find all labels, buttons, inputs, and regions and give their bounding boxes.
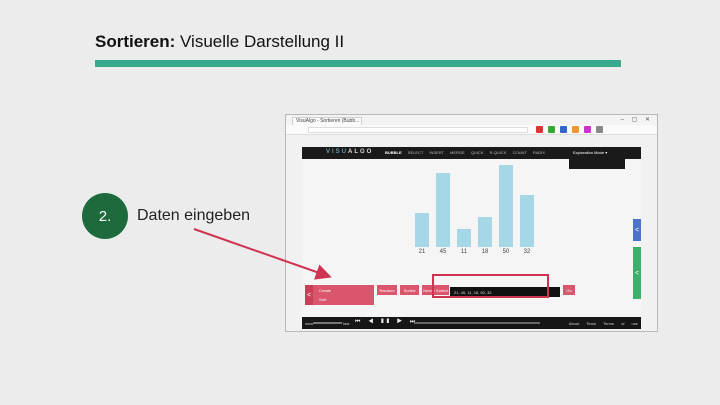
extension-icon[interactable] [572,126,579,133]
algorithm-tab-r-quick[interactable]: R-QUICK [490,150,513,155]
extension-icons [536,126,603,133]
playback-footer: slow fast ⏮ ◀ ❚❚ ▶ ⏭ About Team Terms of… [302,317,641,329]
array-bar [457,229,471,247]
window-controls[interactable]: – ▢ ✕ [621,116,653,123]
browser-tab-strip: VisuAlgo - Sortieren (Bubb... – ▢ ✕ [286,115,657,125]
side-panel-toggle-blue[interactable]: < [633,219,641,241]
visualgo-navbar: VISUALGO BUBBLE SELECT INSERT MERGE QUIC… [302,147,641,169]
visualgo-page: VISUALGO BUBBLE SELECT INSERT MERGE QUIC… [302,147,641,329]
sort-action[interactable]: Sort [319,297,326,302]
array-bar [520,195,534,247]
array-bar [499,165,513,247]
address-bar[interactable] [308,127,528,133]
random-option[interactable]: Random [377,285,397,295]
create-sort-panel: < Create Sort [305,285,374,305]
algorithm-tab-quick[interactable]: QUICK [471,150,490,155]
playback-controls[interactable]: ⏮ ◀ ❚❚ ▶ ⏭ [355,319,418,326]
collapse-panel-button[interactable]: < [305,285,313,305]
algorithm-menu: BUBBLE SELECT INSERT MERGE QUICK R-QUICK… [385,150,545,155]
array-bar-label: 18 [481,249,489,255]
extension-icon[interactable] [584,126,591,133]
sorted-option[interactable]: Sorted [400,285,419,295]
extension-icon[interactable] [560,126,567,133]
algorithm-tab-radix[interactable]: RADIX [533,150,545,155]
browser-screenshot: VisuAlgo - Sortieren (Bubb... – ▢ ✕ VISU… [285,114,658,332]
extension-icon[interactable] [536,126,543,133]
algorithm-tab-insert[interactable]: INSERT [429,150,450,155]
footer-links[interactable]: About Team Terms of use [569,321,638,326]
array-bar-label: 32 [523,249,531,255]
array-bar-label: 45 [439,249,447,255]
speed-fast-label: fast [343,321,350,326]
algorithm-tab-select[interactable]: SELECT [408,150,430,155]
browser-tab[interactable]: VisuAlgo - Sortieren (Bubb... [292,117,362,125]
array-bar-label: 21 [418,249,426,255]
array-bar [478,217,492,247]
array-bar [436,173,450,247]
array-bar-label: 50 [502,249,510,255]
array-bar [415,213,429,247]
visualgo-logo[interactable]: VISUALGO [326,149,373,155]
mode-dropdown[interactable]: Exploration Mode ▾ [569,147,625,169]
slide-title: Sortieren: Visuelle Darstellung II [95,32,345,51]
algorithm-tab-count[interactable]: COUNT [513,150,533,155]
create-action[interactable]: Create [319,288,331,293]
step-number-badge: 2. [82,193,128,239]
step-text: Daten eingeben [137,207,250,224]
algorithm-tab-bubble[interactable]: BUBBLE [385,150,408,155]
array-bar-label: 11 [460,249,468,255]
side-panel-toggle-green[interactable]: < [633,247,641,299]
speed-slider[interactable] [313,322,342,324]
title-underline [95,60,621,67]
menu-icon[interactable] [596,126,603,133]
progress-track[interactable] [414,322,540,324]
extension-icon[interactable] [548,126,555,133]
algorithm-tab-merge[interactable]: MERGE [450,150,471,155]
browser-toolbar [286,125,657,135]
go-button[interactable]: Go [563,285,575,295]
speed-slow-label: slow [305,321,314,326]
input-highlight-box [432,274,549,298]
